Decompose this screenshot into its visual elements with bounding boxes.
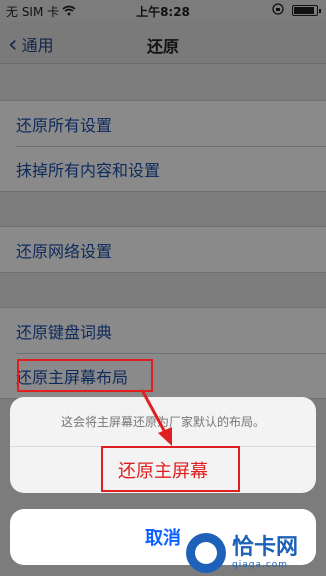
annotation-box-button xyxy=(101,446,240,492)
navigation-bar: ‹ 通用 还原 xyxy=(0,22,326,64)
reset-all-settings-row[interactable]: 还原所有设置 xyxy=(0,101,326,146)
reset-network-settings-row[interactable]: 还原网络设置 xyxy=(0,227,326,272)
action-sheet-message: 这会将主屏幕还原为厂家默认的布局。 xyxy=(10,397,316,447)
status-right xyxy=(272,3,321,18)
watermark: 恰卡网 qiaqa.com xyxy=(186,530,322,576)
row-label: 抹掉所有内容和设置 xyxy=(16,160,161,180)
reset-keyboard-dictionary-row[interactable]: 还原键盘词典 xyxy=(0,308,326,353)
reset-group-2: 还原网络设置 xyxy=(0,226,326,273)
row-label: 还原网络设置 xyxy=(16,241,113,261)
reset-group-1: 还原所有设置 抹掉所有内容和设置 xyxy=(0,100,326,192)
row-label: 还原所有设置 xyxy=(16,115,113,135)
watermark-url: qiaqa.com xyxy=(232,560,289,570)
status-bar: 无 SIM 卡 上午8:28 xyxy=(0,0,326,22)
orientation-lock-icon xyxy=(272,3,284,18)
page-title: 还原 xyxy=(146,37,179,56)
row-label: 还原键盘词典 xyxy=(16,322,113,342)
annotation-box-row xyxy=(17,359,153,392)
battery-icon xyxy=(292,5,321,16)
erase-all-content-row[interactable]: 抹掉所有内容和设置 xyxy=(0,146,326,191)
watermark-logo-icon xyxy=(186,533,226,573)
watermark-name: 恰卡网 xyxy=(232,535,299,560)
